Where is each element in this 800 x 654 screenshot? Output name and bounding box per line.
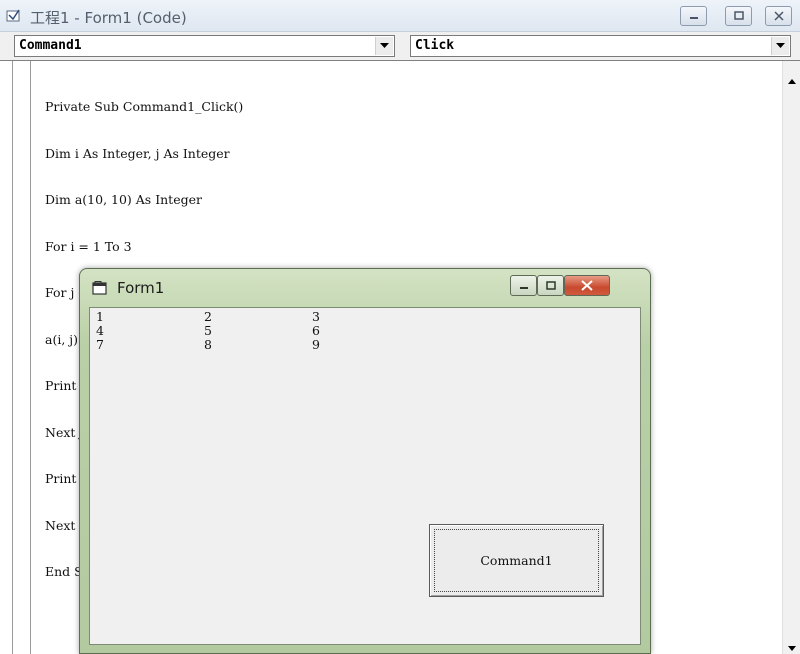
- command1-button-label: Command1: [480, 553, 553, 568]
- arrow-up-icon: [788, 78, 796, 84]
- output-value: 6: [312, 323, 320, 338]
- object-combo-dropdown[interactable]: [375, 37, 393, 55]
- margin-indicator-bar: [12, 61, 31, 654]
- vertical-scrollbar[interactable]: [782, 61, 800, 654]
- procedure-combo-dropdown[interactable]: [771, 37, 789, 55]
- form1-minimize-button[interactable]: [510, 275, 537, 296]
- minimize-icon: [689, 17, 698, 19]
- window-title: 工程1 - Form1 (Code): [30, 9, 187, 27]
- code-line: For i = 1 To 3: [45, 238, 132, 254]
- object-combo-value: Command1: [19, 38, 82, 53]
- minimize-icon: [519, 286, 528, 289]
- output-value: 1: [96, 309, 104, 324]
- scroll-down-button[interactable]: [783, 641, 800, 654]
- code-line: Private Sub Command1_Click(): [45, 99, 244, 114]
- procedure-combo-value: Click: [415, 38, 455, 53]
- close-button[interactable]: [765, 6, 792, 26]
- restore-icon: [733, 11, 744, 20]
- output-value: 5: [204, 323, 212, 338]
- code-line: Dim i As Integer, j As Integer: [45, 145, 230, 161]
- output-value: 9: [312, 337, 320, 352]
- form-window-icon: [92, 281, 107, 295]
- form1-window[interactable]: Form1 1 2 3 4 5 6 7 8 9 Command1: [79, 268, 651, 654]
- close-icon: [773, 11, 784, 21]
- procedure-combo[interactable]: Click: [410, 35, 791, 57]
- chevron-down-icon: [380, 43, 389, 48]
- output-value: 4: [96, 323, 104, 338]
- output-row: 1 2 3: [96, 310, 420, 324]
- close-icon: [581, 280, 593, 291]
- arrow-down-icon: [788, 645, 796, 651]
- output-value: 8: [204, 337, 212, 352]
- print-output: 1 2 3 4 5 6 7 8 9: [96, 310, 420, 352]
- output-row: 7 8 9: [96, 338, 420, 352]
- output-value: 3: [312, 309, 320, 324]
- restore-button[interactable]: [725, 6, 752, 26]
- combo-row: Command1 Click: [0, 32, 800, 60]
- form1-client-area[interactable]: 1 2 3 4 5 6 7 8 9 Command1: [89, 307, 641, 645]
- command1-button[interactable]: Command1: [429, 524, 604, 597]
- code-window-titlebar: 工程1 - Form1 (Code): [0, 0, 800, 32]
- vb-project-icon: [6, 9, 20, 22]
- code-line: Dim a(10, 10) As Integer: [45, 192, 202, 207]
- minimize-button[interactable]: [680, 6, 707, 26]
- scroll-up-button[interactable]: [783, 73, 800, 89]
- object-combo[interactable]: Command1: [14, 35, 395, 57]
- output-row: 4 5 6: [96, 324, 420, 338]
- maximize-icon: [545, 280, 556, 290]
- form1-close-button[interactable]: [564, 275, 610, 296]
- output-value: 7: [96, 337, 104, 352]
- output-value: 2: [204, 309, 212, 324]
- form1-title: Form1: [117, 279, 165, 297]
- form1-maximize-button[interactable]: [537, 275, 564, 296]
- chevron-down-icon: [776, 43, 785, 48]
